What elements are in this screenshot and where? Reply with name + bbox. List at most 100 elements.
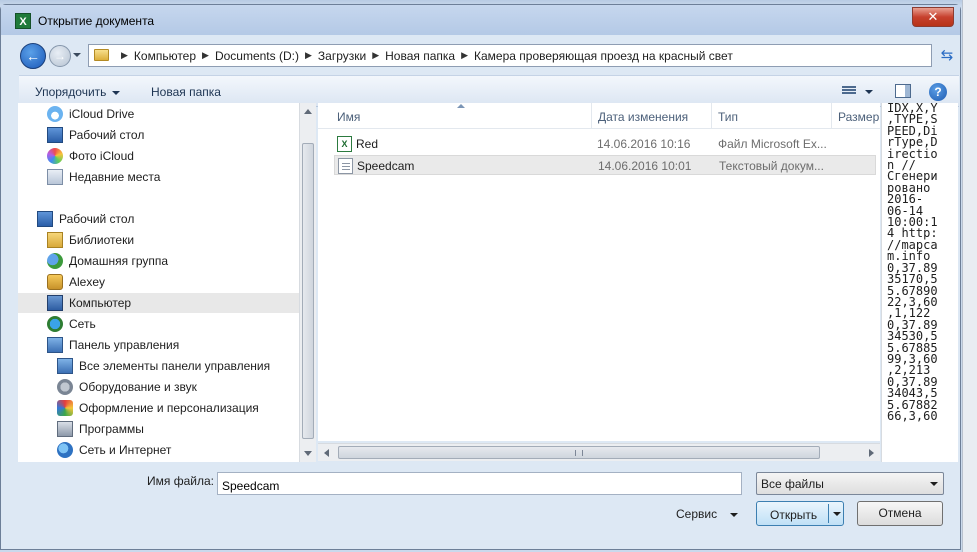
- excel-file-icon: X: [337, 136, 352, 152]
- file-type-filter[interactable]: Все файлы: [756, 472, 944, 495]
- nav-item-user[interactable]: Alexey: [47, 272, 105, 292]
- nav-item-desktop-favorite[interactable]: Рабочий стол: [47, 125, 144, 145]
- chevron-right-icon[interactable]: ▶: [461, 50, 468, 61]
- filename-label: Имя файла:: [147, 474, 214, 488]
- nav-item-label: Alexey: [69, 275, 106, 289]
- nav-item-desktop[interactable]: Рабочий стол: [37, 209, 134, 229]
- help-icon[interactable]: ?: [929, 83, 947, 101]
- scroll-down-icon[interactable]: [304, 451, 312, 456]
- column-date[interactable]: Дата изменения: [598, 110, 688, 124]
- chevron-right-icon[interactable]: ▶: [202, 50, 209, 61]
- preview-pane-icon[interactable]: [895, 84, 911, 98]
- hardware-icon: [57, 379, 73, 395]
- nav-item-all-control-panel[interactable]: Все элементы панели управления: [57, 356, 270, 376]
- service-menu[interactable]: Сервис: [676, 507, 739, 521]
- nav-item-computer[interactable]: Компьютер: [18, 293, 299, 313]
- nav-item-control-panel[interactable]: Панель управления: [47, 335, 179, 355]
- chevron-right-icon[interactable]: ▶: [121, 50, 128, 61]
- column-divider[interactable]: [711, 103, 712, 129]
- scroll-right-icon[interactable]: [869, 449, 874, 457]
- breadcrumb-downloads[interactable]: Загрузки: [318, 49, 366, 63]
- file-date: 14.06.2016 10:01: [598, 159, 692, 173]
- address-bar[interactable]: ▶ Компьютер ▶ Documents (D:) ▶ Загрузки …: [88, 44, 932, 67]
- file-row-speedcam[interactable]: Speedcam 14.06.2016 10:01 Текстовый доку…: [334, 155, 876, 175]
- chevron-down-icon[interactable]: [865, 90, 873, 94]
- nav-item-recent-places[interactable]: Недавние места: [47, 167, 160, 187]
- breadcrumb-documents[interactable]: Documents (D:): [215, 49, 299, 63]
- column-size[interactable]: Размер: [838, 110, 879, 124]
- column-divider[interactable]: [591, 103, 592, 129]
- nav-item-label: Библиотеки: [69, 233, 135, 247]
- chevron-down-icon[interactable]: [833, 512, 841, 516]
- title-bar[interactable]: X Открытие документа ✕: [1, 5, 960, 35]
- window-title: Открытие документа: [38, 14, 155, 28]
- file-row-red[interactable]: X Red 14.06.2016 10:16 Файл Microsoft Ex…: [334, 134, 876, 154]
- column-type[interactable]: Тип: [718, 110, 738, 124]
- nav-item-network-internet[interactable]: Сеть и Интернет: [57, 440, 171, 460]
- nav-item-network[interactable]: Сеть: [47, 314, 96, 334]
- network-icon: [47, 316, 63, 332]
- column-header: Имя Дата изменения Тип Размер: [318, 103, 880, 129]
- file-date: 14.06.2016 10:16: [597, 137, 691, 151]
- nav-item-label: iCloud Drive: [69, 107, 135, 121]
- column-divider[interactable]: [831, 103, 832, 129]
- nav-item-icloud-drive[interactable]: iCloud Drive: [47, 104, 134, 124]
- nav-item-label: Рабочий стол: [69, 128, 145, 142]
- open-button[interactable]: Открыть: [756, 501, 844, 526]
- control-panel-icon: [57, 358, 73, 374]
- navigation-bar: ← → ▶ Компьютер ▶ Documents (D:) ▶ Загру…: [1, 39, 960, 73]
- cloud-icon: [47, 106, 63, 122]
- column-name[interactable]: Имя: [337, 110, 360, 124]
- nav-item-label: Оборудование и звук: [79, 380, 197, 394]
- scroll-left-icon[interactable]: [324, 449, 329, 457]
- file-list[interactable]: Имя Дата изменения Тип Размер X Red 14.0…: [318, 103, 880, 441]
- filename-input[interactable]: [217, 472, 742, 495]
- forward-button[interactable]: →: [49, 45, 71, 67]
- breadcrumb-new-folder[interactable]: Новая папка: [385, 49, 455, 63]
- new-folder-button[interactable]: Новая папка: [151, 85, 221, 99]
- sort-ascending-icon: [457, 104, 465, 108]
- text-file-icon: [338, 158, 353, 174]
- scrollbar-thumb[interactable]: [338, 446, 820, 459]
- desktop-icon: [47, 127, 63, 143]
- open-label: Открыть: [770, 508, 818, 522]
- chevron-down-icon: [112, 90, 121, 95]
- nav-item-label: Программы: [79, 422, 144, 436]
- refresh-icon[interactable]: ⇆: [937, 46, 957, 66]
- navigation-scrollbar[interactable]: [299, 103, 316, 462]
- nav-item-programs[interactable]: Программы: [57, 419, 144, 439]
- navigation-pane[interactable]: iCloud Drive Рабочий стол Фото iCloud Не…: [18, 103, 299, 462]
- file-name: Speedcam: [357, 159, 415, 173]
- file-list-horizontal-scrollbar[interactable]: [318, 443, 880, 461]
- organize-button[interactable]: Упорядочить: [35, 85, 121, 99]
- view-options-icon[interactable]: [842, 86, 856, 98]
- scrollbar-thumb[interactable]: [302, 143, 314, 439]
- folder-icon: [94, 49, 109, 61]
- nav-item-label: Сеть и Интернет: [79, 443, 172, 457]
- nav-item-libraries[interactable]: Библиотеки: [47, 230, 134, 250]
- nav-item-label: Недавние места: [69, 170, 161, 184]
- nav-item-label: Все элементы панели управления: [79, 359, 271, 373]
- preview-pane: IDX,X,Y ,TYPE,S PEED,Di rType,D irectio …: [881, 103, 958, 462]
- close-button[interactable]: ✕: [912, 7, 954, 27]
- recent-pages-dropdown[interactable]: [73, 53, 81, 57]
- chevron-down-icon: [730, 512, 739, 517]
- nav-item-label: Панель управления: [69, 338, 180, 352]
- chevron-right-icon[interactable]: ▶: [305, 50, 312, 61]
- programs-icon: [57, 421, 73, 437]
- back-button[interactable]: ←: [20, 43, 46, 69]
- nav-item-icloud-photos[interactable]: Фото iCloud: [47, 146, 134, 166]
- nav-item-label: Фото iCloud: [69, 149, 134, 163]
- excel-icon: X: [15, 13, 31, 29]
- file-name: Red: [356, 137, 379, 151]
- scroll-up-icon[interactable]: [304, 109, 312, 114]
- chevron-right-icon[interactable]: ▶: [372, 50, 379, 61]
- nav-item-homegroup[interactable]: Домашняя группа: [47, 251, 168, 271]
- cancel-button[interactable]: Отмена: [857, 501, 943, 526]
- computer-icon: [47, 295, 63, 311]
- nav-item-appearance[interactable]: Оформление и персонализация: [57, 398, 259, 418]
- breadcrumb-computer[interactable]: Компьютер: [134, 49, 196, 63]
- nav-item-hardware-sound[interactable]: Оборудование и звук: [57, 377, 197, 397]
- file-type: Текстовый докум...: [719, 159, 824, 173]
- breadcrumb-camera-folder[interactable]: Камера проверяющая проезд на красный све…: [474, 49, 733, 63]
